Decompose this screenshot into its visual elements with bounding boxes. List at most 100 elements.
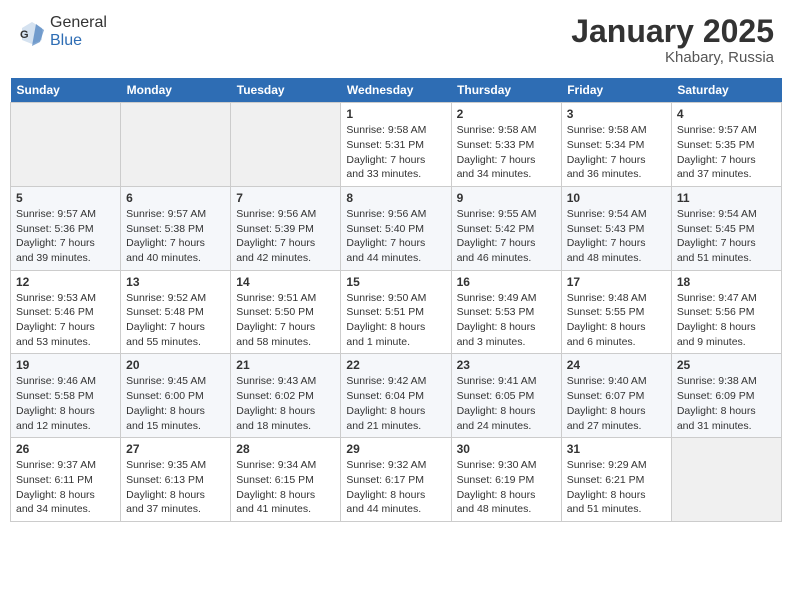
table-row: 19Sunrise: 9:46 AM Sunset: 5:58 PM Dayli… bbox=[11, 354, 121, 438]
week-row-4: 19Sunrise: 9:46 AM Sunset: 5:58 PM Dayli… bbox=[11, 354, 782, 438]
table-row: 8Sunrise: 9:56 AM Sunset: 5:40 PM Daylig… bbox=[341, 186, 451, 270]
day-number: 19 bbox=[16, 358, 115, 372]
day-info: Sunrise: 9:29 AM Sunset: 6:21 PM Dayligh… bbox=[567, 458, 666, 517]
day-number: 24 bbox=[567, 358, 666, 372]
day-number: 12 bbox=[16, 275, 115, 289]
day-info: Sunrise: 9:54 AM Sunset: 5:43 PM Dayligh… bbox=[567, 207, 666, 266]
table-row: 14 Sunrise: 9:51 AM Sunset: 5:50 PM Dayli… bbox=[231, 270, 341, 354]
week-row-5: 26 Sunrise: 9:37 AM Sunset: 6:11 PM Dayli… bbox=[11, 438, 782, 522]
title-block: January 2025 Khabary, Russia bbox=[571, 14, 774, 66]
day-info: Sunrise: 9:58 AM Sunset: 5:33 PM Dayligh… bbox=[457, 123, 556, 182]
day-info: Sunrise: 9:48 AM Sunset: 5:55 PM Dayligh… bbox=[567, 291, 666, 350]
week-row-1: 1Sunrise: 9:58 AM Sunset: 5:31 PM Daylig… bbox=[11, 103, 782, 187]
calendar-table: Sunday Monday Tuesday Wednesday Thursday… bbox=[10, 78, 782, 522]
day-number: 18 bbox=[677, 275, 776, 289]
day-info: Sunrise: 9:58 AM Sunset: 5:34 PM Dayligh… bbox=[567, 123, 666, 182]
logo: G General Blue bbox=[18, 14, 107, 50]
table-row: 13 Sunrise: 9:52 AM Sunset: 5:48 PM Dayli… bbox=[121, 270, 231, 354]
col-friday: Friday bbox=[561, 78, 671, 103]
day-number: 9 bbox=[457, 191, 556, 205]
day-info: Sunrise: 9:35 AM Sunset: 6:13 PM Dayligh… bbox=[126, 458, 225, 517]
table-row bbox=[11, 103, 121, 187]
day-number: 25 bbox=[677, 358, 776, 372]
day-number: 10 bbox=[567, 191, 666, 205]
table-row: 28 Sunrise: 9:34 AM Sunset: 6:15 PM Dayli… bbox=[231, 438, 341, 522]
day-number: 16 bbox=[457, 275, 556, 289]
day-info: Sunrise: 9:52 AM Sunset: 5:48 PM Dayligh… bbox=[126, 291, 225, 350]
day-info: Sunrise: 9:43 AM Sunset: 6:02 PM Dayligh… bbox=[236, 374, 335, 433]
day-info: Sunrise: 9:38 AM Sunset: 6:09 PM Dayligh… bbox=[677, 374, 776, 433]
table-row: 21Sunrise: 9:43 AM Sunset: 6:02 PM Dayli… bbox=[231, 354, 341, 438]
table-row: 9 Sunrise: 9:55 AM Sunset: 5:42 PM Daylig… bbox=[451, 186, 561, 270]
day-number: 4 bbox=[677, 107, 776, 121]
day-number: 29 bbox=[346, 442, 445, 456]
day-number: 26 bbox=[16, 442, 115, 456]
table-row: 4Sunrise: 9:57 AM Sunset: 5:35 PM Daylig… bbox=[671, 103, 781, 187]
col-tuesday: Tuesday bbox=[231, 78, 341, 103]
table-row: 16 Sunrise: 9:49 AM Sunset: 5:53 PM Dayli… bbox=[451, 270, 561, 354]
table-row: 20Sunrise: 9:45 AM Sunset: 6:00 PM Dayli… bbox=[121, 354, 231, 438]
svg-text:G: G bbox=[20, 29, 29, 41]
day-info: Sunrise: 9:58 AM Sunset: 5:31 PM Dayligh… bbox=[346, 123, 445, 182]
day-info: Sunrise: 9:32 AM Sunset: 6:17 PM Dayligh… bbox=[346, 458, 445, 517]
table-row: 12 Sunrise: 9:53 AM Sunset: 5:46 PM Dayli… bbox=[11, 270, 121, 354]
logo-icon: G bbox=[18, 18, 46, 46]
day-number: 7 bbox=[236, 191, 335, 205]
week-row-3: 12 Sunrise: 9:53 AM Sunset: 5:46 PM Dayli… bbox=[11, 270, 782, 354]
month-title: January 2025 bbox=[571, 14, 774, 49]
day-number: 13 bbox=[126, 275, 225, 289]
day-info: Sunrise: 9:55 AM Sunset: 5:42 PM Dayligh… bbox=[457, 207, 556, 266]
day-number: 28 bbox=[236, 442, 335, 456]
table-row: 2 Sunrise: 9:58 AM Sunset: 5:33 PM Daylig… bbox=[451, 103, 561, 187]
col-wednesday: Wednesday bbox=[341, 78, 451, 103]
day-number: 8 bbox=[346, 191, 445, 205]
day-info: Sunrise: 9:37 AM Sunset: 6:11 PM Dayligh… bbox=[16, 458, 115, 517]
table-row: 29 Sunrise: 9:32 AM Sunset: 6:17 PM Dayli… bbox=[341, 438, 451, 522]
logo-text: General Blue bbox=[50, 14, 107, 50]
day-info: Sunrise: 9:56 AM Sunset: 5:39 PM Dayligh… bbox=[236, 207, 335, 266]
table-row bbox=[671, 438, 781, 522]
day-number: 27 bbox=[126, 442, 225, 456]
day-number: 14 bbox=[236, 275, 335, 289]
table-row: 15 Sunrise: 9:50 AM Sunset: 5:51 PM Dayli… bbox=[341, 270, 451, 354]
table-row: 11 Sunrise: 9:54 AM Sunset: 5:45 PM Dayli… bbox=[671, 186, 781, 270]
table-row: 17 Sunrise: 9:48 AM Sunset: 5:55 PM Dayli… bbox=[561, 270, 671, 354]
day-number: 15 bbox=[346, 275, 445, 289]
table-row: 22 Sunrise: 9:42 AM Sunset: 6:04 PM Dayli… bbox=[341, 354, 451, 438]
table-row: 26 Sunrise: 9:37 AM Sunset: 6:11 PM Dayli… bbox=[11, 438, 121, 522]
day-number: 11 bbox=[677, 191, 776, 205]
day-info: Sunrise: 9:54 AM Sunset: 5:45 PM Dayligh… bbox=[677, 207, 776, 266]
week-row-2: 5Sunrise: 9:57 AM Sunset: 5:36 PM Daylig… bbox=[11, 186, 782, 270]
col-thursday: Thursday bbox=[451, 78, 561, 103]
table-row: 1Sunrise: 9:58 AM Sunset: 5:31 PM Daylig… bbox=[341, 103, 451, 187]
day-info: Sunrise: 9:50 AM Sunset: 5:51 PM Dayligh… bbox=[346, 291, 445, 350]
day-info: Sunrise: 9:40 AM Sunset: 6:07 PM Dayligh… bbox=[567, 374, 666, 433]
location: Khabary, Russia bbox=[571, 49, 774, 66]
col-saturday: Saturday bbox=[671, 78, 781, 103]
table-row: 31 Sunrise: 9:29 AM Sunset: 6:21 PM Dayli… bbox=[561, 438, 671, 522]
logo-general: General bbox=[50, 14, 107, 31]
day-info: Sunrise: 9:30 AM Sunset: 6:19 PM Dayligh… bbox=[457, 458, 556, 517]
day-info: Sunrise: 9:41 AM Sunset: 6:05 PM Dayligh… bbox=[457, 374, 556, 433]
day-number: 30 bbox=[457, 442, 556, 456]
day-info: Sunrise: 9:45 AM Sunset: 6:00 PM Dayligh… bbox=[126, 374, 225, 433]
page-header: G General Blue January 2025 Khabary, Rus… bbox=[10, 10, 782, 70]
table-row: 10 Sunrise: 9:54 AM Sunset: 5:43 PM Dayli… bbox=[561, 186, 671, 270]
table-row: 5Sunrise: 9:57 AM Sunset: 5:36 PM Daylig… bbox=[11, 186, 121, 270]
day-number: 31 bbox=[567, 442, 666, 456]
table-row bbox=[231, 103, 341, 187]
day-info: Sunrise: 9:42 AM Sunset: 6:04 PM Dayligh… bbox=[346, 374, 445, 433]
day-info: Sunrise: 9:51 AM Sunset: 5:50 PM Dayligh… bbox=[236, 291, 335, 350]
day-info: Sunrise: 9:49 AM Sunset: 5:53 PM Dayligh… bbox=[457, 291, 556, 350]
day-info: Sunrise: 9:53 AM Sunset: 5:46 PM Dayligh… bbox=[16, 291, 115, 350]
table-row: 25 Sunrise: 9:38 AM Sunset: 6:09 PM Dayli… bbox=[671, 354, 781, 438]
table-row: 7 Sunrise: 9:56 AM Sunset: 5:39 PM Daylig… bbox=[231, 186, 341, 270]
day-info: Sunrise: 9:34 AM Sunset: 6:15 PM Dayligh… bbox=[236, 458, 335, 517]
day-number: 23 bbox=[457, 358, 556, 372]
day-number: 6 bbox=[126, 191, 225, 205]
day-number: 22 bbox=[346, 358, 445, 372]
day-number: 2 bbox=[457, 107, 556, 121]
day-info: Sunrise: 9:47 AM Sunset: 5:56 PM Dayligh… bbox=[677, 291, 776, 350]
day-number: 5 bbox=[16, 191, 115, 205]
day-number: 17 bbox=[567, 275, 666, 289]
